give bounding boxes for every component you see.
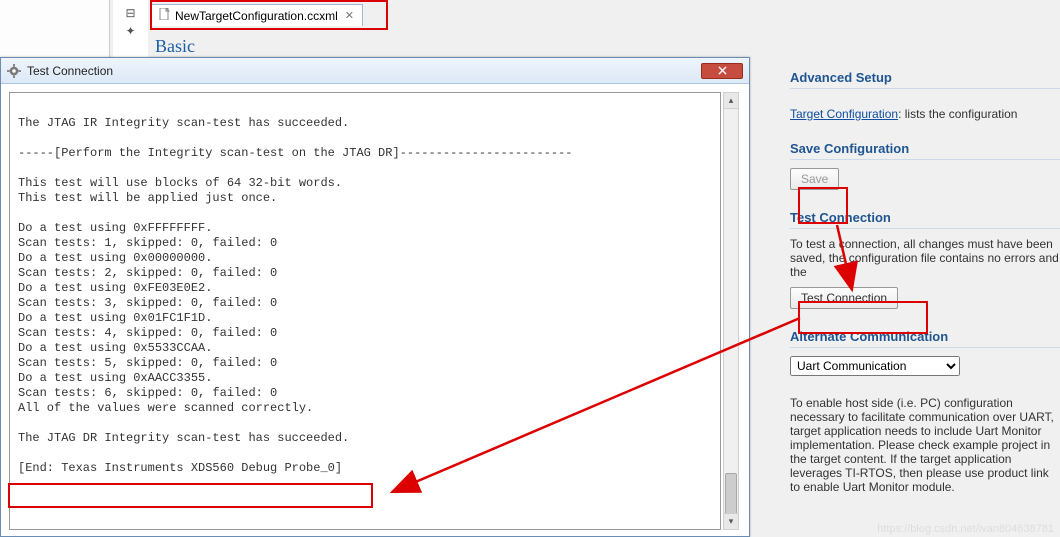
scroll-up-arrow-icon[interactable]: ▴ <box>724 93 738 109</box>
section-heading-test: Test Connection <box>790 210 1060 229</box>
test-connection-section: Test Connection To test a connection, al… <box>790 210 1060 309</box>
save-configuration-section: Save Configuration Save <box>790 141 1060 190</box>
editor-section-title: Basic <box>155 36 195 57</box>
section-heading-altcomm: Alternate Communication <box>790 329 1060 348</box>
scrollbar[interactable]: ▴ ▾ <box>723 92 739 530</box>
corner-panel <box>0 0 110 60</box>
tool-icon[interactable]: ✦ <box>125 24 135 38</box>
target-configuration-link[interactable]: Target Configuration <box>790 107 898 121</box>
editor-tab[interactable]: NewTargetConfiguration.ccxml ✕ <box>150 4 363 26</box>
tab-filename: NewTargetConfiguration.ccxml <box>175 9 338 23</box>
target-configuration-suffix: : lists the configuration <box>898 107 1017 121</box>
scroll-down-arrow-icon[interactable]: ▾ <box>724 513 738 529</box>
gear-icon <box>7 64 21 78</box>
sidebar-mini-toolbar: ⊟ ✦ <box>113 0 148 60</box>
console-text: The JTAG IR Integrity scan-test has succ… <box>18 101 712 476</box>
advanced-setup-section: Advanced Setup Target Configuration: lis… <box>790 70 1060 121</box>
section-heading-advanced: Advanced Setup <box>790 70 1060 89</box>
altcomm-description: To enable host side (i.e. PC) configurat… <box>790 396 1060 494</box>
dialog-titlebar[interactable]: Test Connection <box>1 58 749 84</box>
test-connection-dialog: Test Connection The JTAG IR Integrity sc… <box>0 57 750 537</box>
alternate-communication-section: Alternate Communication Uart Communicati… <box>790 329 1060 494</box>
dialog-close-button[interactable] <box>701 63 743 79</box>
test-connection-description: To test a connection, all changes must h… <box>790 237 1060 279</box>
dialog-title: Test Connection <box>27 64 695 78</box>
test-connection-button[interactable]: Test Connection <box>790 287 898 309</box>
close-icon[interactable]: ✕ <box>345 9 354 22</box>
section-heading-save: Save Configuration <box>790 141 1060 160</box>
tool-icon[interactable]: ⊟ <box>125 6 135 20</box>
communication-select[interactable]: Uart Communication <box>790 356 960 376</box>
console-output: The JTAG IR Integrity scan-test has succ… <box>9 92 721 530</box>
watermark: https://blog.csdn.net/ivan804638781 <box>877 523 1054 535</box>
save-button[interactable]: Save <box>790 168 839 190</box>
file-icon <box>159 8 171 23</box>
